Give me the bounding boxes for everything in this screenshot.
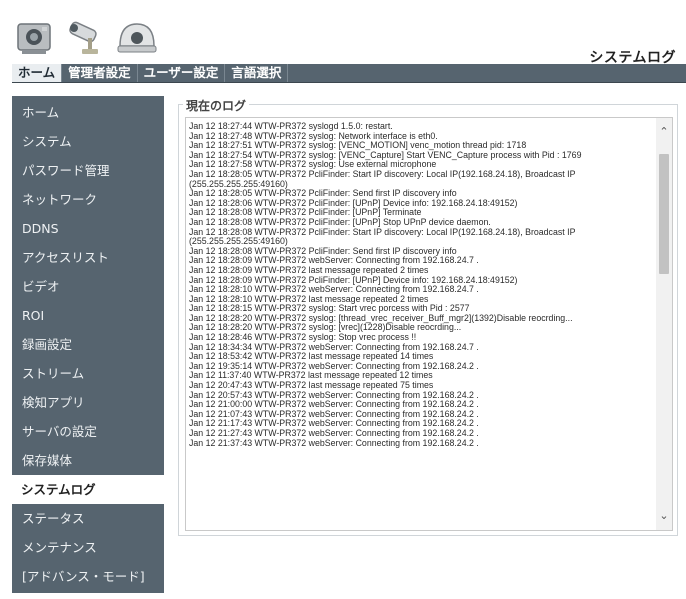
sidebar-item-password[interactable]: パスワード管理 [12, 156, 164, 185]
dome-camera-icon[interactable] [114, 16, 160, 58]
sidebar-item-ddns[interactable]: DDNS [12, 214, 164, 243]
chevron-up-icon[interactable]: ⌃ [656, 124, 672, 140]
sidebar-item-home[interactable]: ホーム [12, 98, 164, 127]
sidebar-item-advanced-mode[interactable]: [アドバンス・モード] [12, 562, 164, 591]
tab-home[interactable]: ホーム [12, 64, 62, 82]
log-line: Jan 12 21:37:43 WTW-PR372 webServer: Con… [189, 439, 649, 449]
main-content: 現在のログ Jan 12 18:27:44 WTW-PR372 syslogd … [178, 96, 678, 536]
current-log-group: 現在のログ Jan 12 18:27:44 WTW-PR372 syslogd … [178, 104, 678, 536]
log-line: Jan 12 18:28:05 WTW-PR372 PcliFinder: St… [189, 170, 649, 189]
sidebar-item-system[interactable]: システム [12, 127, 164, 156]
sidebar-item-roi[interactable]: ROI [12, 301, 164, 330]
scroll-thumb[interactable] [659, 154, 669, 274]
tab-user-settings[interactable]: ユーザー設定 [138, 64, 226, 82]
sidebar-item-access-list[interactable]: アクセスリスト [12, 243, 164, 272]
device-icons [14, 16, 160, 58]
log-textarea[interactable]: Jan 12 18:27:44 WTW-PR372 syslogd 1.5.0:… [185, 117, 673, 531]
log-text: Jan 12 18:27:44 WTW-PR372 syslogd 1.5.0:… [189, 122, 649, 448]
sidebar-item-status[interactable]: ステータス [12, 504, 164, 533]
sidebar-item-system-log[interactable]: システムログ [11, 475, 164, 504]
scrollbar[interactable]: ⌃ ⌄ [656, 118, 672, 530]
sidebar-item-recording[interactable]: 録画設定 [12, 330, 164, 359]
log-line: Jan 12 18:28:08 WTW-PR372 PcliFinder: St… [189, 228, 649, 247]
section-title: 現在のログ [183, 97, 249, 114]
sidebar-item-storage[interactable]: 保存媒体 [12, 446, 164, 475]
sidebar-item-video[interactable]: ビデオ [12, 272, 164, 301]
sidebar-item-network[interactable]: ネットワーク [12, 185, 164, 214]
top-navigation: ホーム 管理者設定 ユーザー設定 言語選択 [12, 64, 686, 83]
sidebar-item-stream[interactable]: ストリーム [12, 359, 164, 388]
chevron-down-icon[interactable]: ⌄ [656, 508, 672, 524]
tab-language[interactable]: 言語選択 [225, 64, 288, 82]
sidebar-item-detection-apps[interactable]: 検知アプリ [12, 388, 164, 417]
sidebar-item-maintenance[interactable]: メンテナンス [12, 533, 164, 562]
camera-icon[interactable] [14, 16, 60, 58]
cctv-camera-icon[interactable] [64, 16, 110, 58]
sidebar: ホーム システム パスワード管理 ネットワーク DDNS アクセスリスト ビデオ… [12, 96, 164, 593]
tab-admin-settings[interactable]: 管理者設定 [62, 64, 138, 82]
sidebar-item-server[interactable]: サーバの設定 [12, 417, 164, 446]
